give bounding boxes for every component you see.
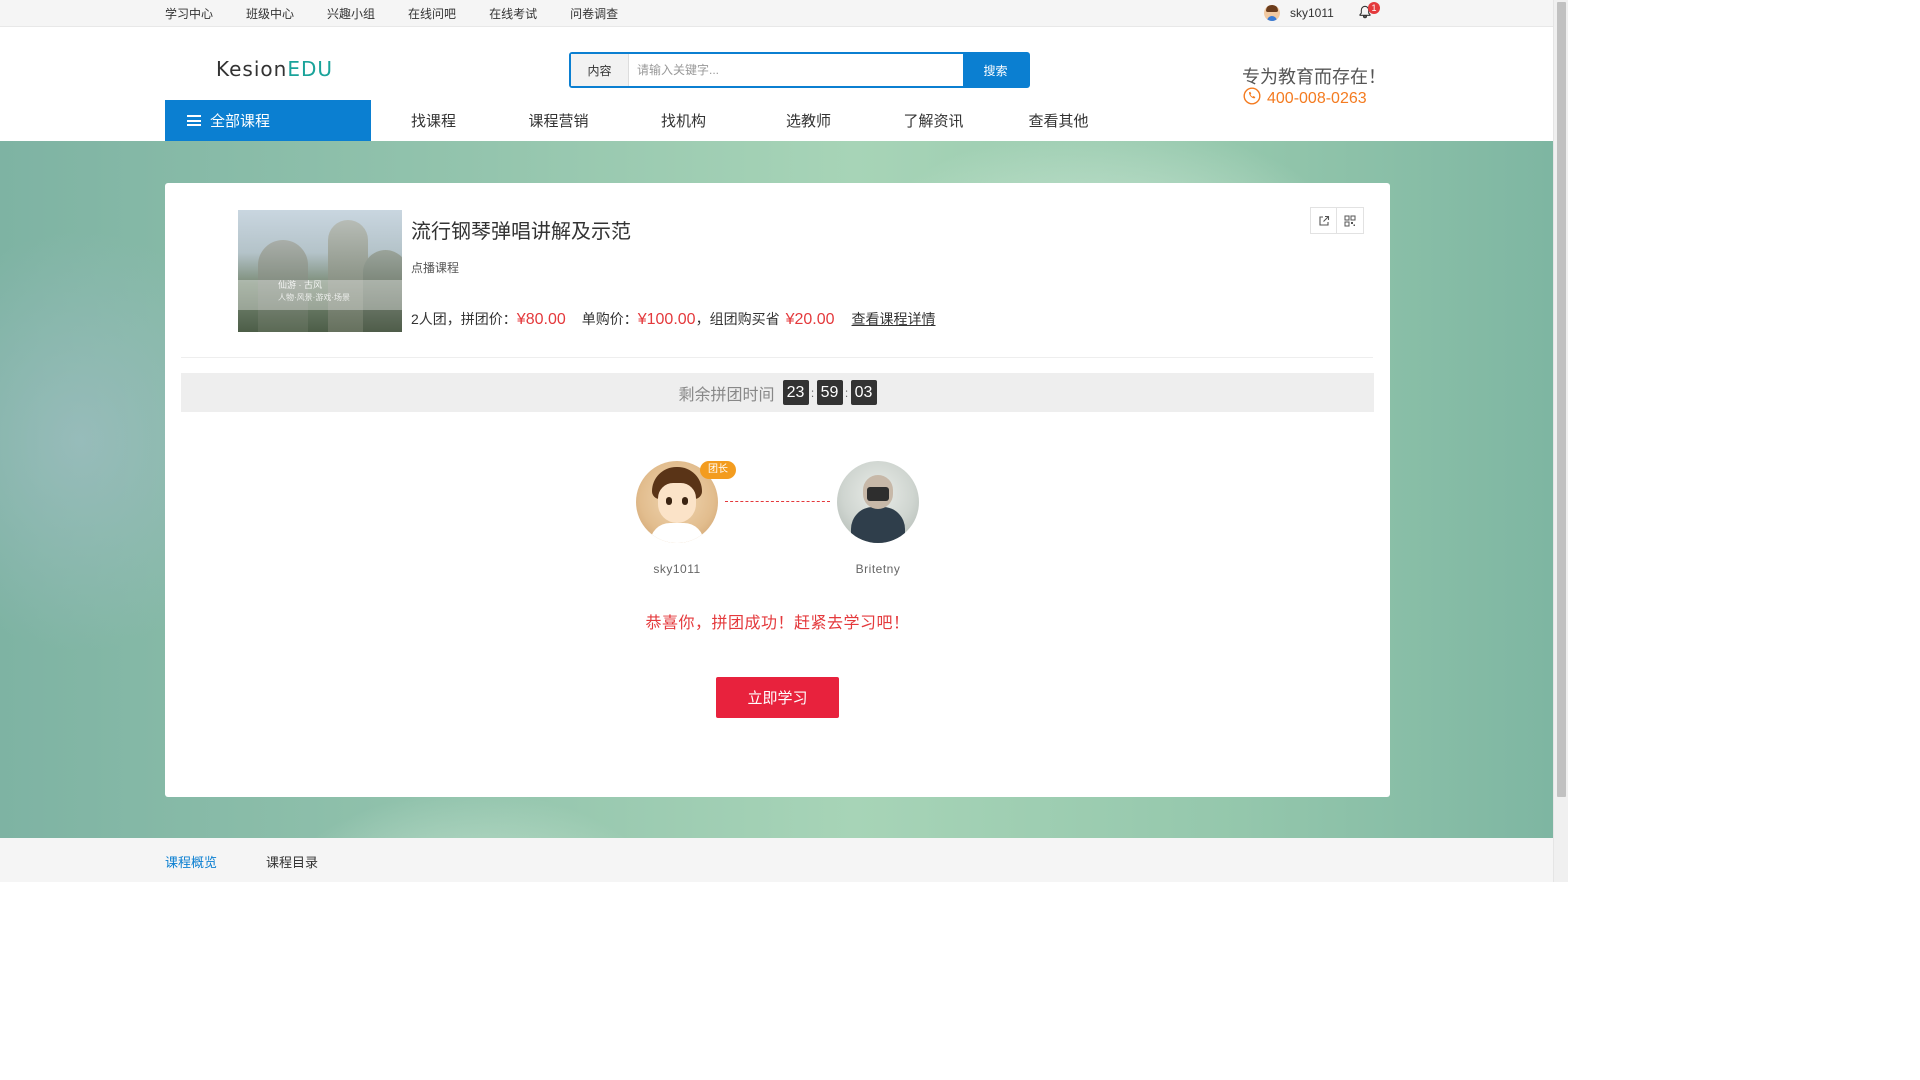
- group-price-label: 2人团，拼团价：: [411, 311, 517, 327]
- main-nav: 找课程 课程营销 找机构 选教师 了解资讯 查看其他: [371, 100, 1121, 141]
- user-avatar-icon: [1264, 5, 1280, 21]
- thumbnail-caption-sub: 人物·风景·游戏·场景: [278, 293, 350, 302]
- scrollbar[interactable]: [1553, 0, 1568, 882]
- thumbnail-caption: 仙游 · 古风: [278, 280, 322, 290]
- course-title: 流行钢琴弹唱讲解及示范: [411, 221, 631, 243]
- search-button[interactable]: 搜索: [963, 54, 1028, 86]
- nav-choose-teacher[interactable]: 选教师: [746, 110, 871, 131]
- search-category-select[interactable]: 内容: [571, 54, 629, 86]
- nav-course-marketing[interactable]: 课程营销: [496, 110, 621, 131]
- save-price: ¥20.00: [785, 311, 835, 328]
- nav-others[interactable]: 查看其他: [996, 110, 1121, 131]
- qrcode-icon[interactable]: [1337, 207, 1364, 234]
- share-tools: [1310, 207, 1364, 234]
- all-courses-button[interactable]: 全部课程: [165, 100, 371, 141]
- avatar-camera: [867, 487, 889, 501]
- share-icon[interactable]: [1310, 207, 1337, 234]
- top-bar: 学习中心 班级中心 兴趣小组 在线问吧 在线考试 问卷调查 sky1011 1: [0, 0, 1553, 27]
- top-link-class-center[interactable]: 班级中心: [246, 5, 294, 22]
- logo-text-kesion: Kesion: [216, 57, 288, 81]
- header: KesionEDU 内容 搜索 专为教育而存在！ 400-008-0263 全部…: [0, 28, 1553, 141]
- thumbnail-cliff: [328, 220, 368, 332]
- nav-find-institution[interactable]: 找机构: [621, 110, 746, 131]
- single-price-label: 单购价：: [581, 311, 638, 327]
- phone-icon: [1243, 87, 1267, 110]
- scrollbar-thumb[interactable]: [1557, 2, 1566, 797]
- single-price: ¥100.00: [637, 311, 696, 328]
- course-detail-link[interactable]: 查看课程详情: [852, 309, 936, 329]
- success-message: 恭喜你，拼团成功！赶紧去学习吧！: [645, 615, 910, 632]
- countdown-timer: 剩余拼团时间 23 : 59 : 03: [181, 373, 1374, 412]
- member-name: Britetny: [855, 562, 901, 576]
- member-connector: [725, 501, 830, 502]
- user-menu[interactable]: sky1011: [1264, 5, 1334, 21]
- avatar-shirt: [650, 523, 704, 543]
- avatar-body: [851, 507, 905, 543]
- price-line: 2人团，拼团价： ¥80.00 单购价： ¥100.00 ，组团购买省 ¥20.…: [411, 309, 936, 329]
- search-bar: 内容 搜索: [569, 52, 1030, 88]
- tab-overview[interactable]: 课程概览: [165, 852, 217, 871]
- top-link-interest-groups[interactable]: 兴趣小组: [327, 5, 375, 22]
- logo[interactable]: KesionEDU: [216, 57, 333, 81]
- logo-text-edu: EDU: [287, 57, 333, 81]
- countdown-colon: :: [810, 385, 815, 400]
- avatar-face: [658, 483, 696, 523]
- member-avatar[interactable]: [837, 461, 919, 543]
- member-name: sky1011: [653, 562, 701, 576]
- phone-number: 400-008-0263: [1267, 89, 1367, 107]
- save-label: ，组团购买省: [695, 311, 780, 327]
- all-courses-label: 全部课程: [210, 113, 271, 130]
- top-link-online-exam[interactable]: 在线考试: [489, 5, 537, 22]
- countdown-label: 剩余拼团时间: [678, 386, 775, 404]
- top-links: 学习中心 班级中心 兴趣小组 在线问吧 在线考试 问卷调查: [165, 0, 651, 27]
- search-input[interactable]: [629, 54, 963, 86]
- divider: [181, 357, 1373, 358]
- countdown-colon: :: [844, 385, 849, 400]
- course-thumbnail[interactable]: 仙游 · 古风 人物·风景·游戏·场景: [238, 210, 402, 332]
- nav-find-course[interactable]: 找课程: [371, 110, 496, 131]
- tab-catalog[interactable]: 课程目录: [266, 852, 318, 871]
- phone-contact: 400-008-0263: [1243, 87, 1367, 110]
- group-member: Britetny: [837, 461, 919, 576]
- course-type: 点播课程: [411, 261, 460, 275]
- avatar-eye: [666, 497, 672, 505]
- study-now-button[interactable]: 立即学习: [716, 677, 839, 718]
- group-buy-card: 仙游 · 古风 人物·风景·游戏·场景 流行钢琴弹唱讲解及示范 点播课程 2人团…: [165, 183, 1390, 797]
- slogan: 专为教育而存在！: [1242, 67, 1386, 87]
- menu-icon: [187, 115, 201, 126]
- nav-news[interactable]: 了解资讯: [871, 110, 996, 131]
- leader-badge: 团长: [700, 461, 736, 479]
- avatar-eye: [682, 497, 688, 505]
- username[interactable]: sky1011: [1290, 6, 1334, 20]
- group-price: ¥80.00: [516, 311, 566, 328]
- top-link-online-qa[interactable]: 在线问吧: [408, 5, 456, 22]
- notification-badge: 1: [1368, 2, 1380, 14]
- countdown-seconds: 03: [850, 380, 877, 405]
- top-link-learning-center[interactable]: 学习中心: [165, 5, 213, 22]
- top-link-survey[interactable]: 问卷调查: [570, 5, 618, 22]
- course-tabs: 课程概览 课程目录: [0, 838, 1553, 882]
- countdown-hours: 23: [782, 380, 809, 405]
- countdown-minutes: 59: [816, 380, 843, 405]
